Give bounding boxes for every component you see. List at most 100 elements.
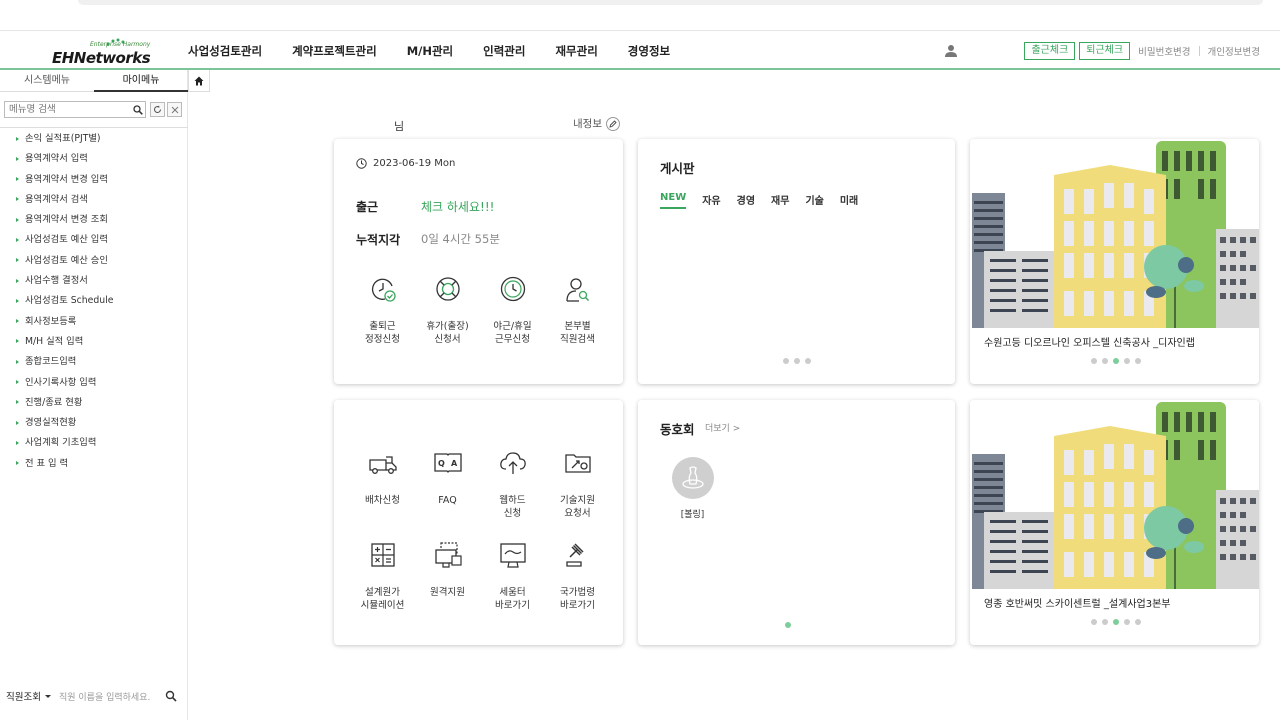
quick-link-attendance-fix[interactable]: 출퇴근 정정신청 [350, 274, 415, 346]
check-in-message[interactable]: 체크 하세요!!! [421, 198, 494, 215]
check-out-button[interactable]: 퇴근체크 [1079, 42, 1131, 60]
search-icon[interactable] [165, 690, 177, 702]
sidebar-item-label: 종합코드입력 [25, 356, 77, 368]
menu-item[interactable]: 인력관리 [483, 31, 525, 71]
menu-item[interactable]: 재무관리 [555, 31, 597, 71]
chevron-down-icon[interactable] [44, 694, 51, 698]
services-row-1: 배차신청 QA FAQ 웹하드 신청 기술지원 요청서 [350, 448, 610, 520]
edit-button[interactable] [605, 116, 620, 131]
service-webhard[interactable]: 웹하드 신청 [480, 448, 545, 520]
pager-dot[interactable] [804, 358, 811, 364]
tab-new[interactable]: NEW [660, 192, 687, 209]
news-card[interactable]: 수원고등 디오르나인 오피스텔 신축공사 _디자인랩 [970, 139, 1259, 384]
pager-dot-active[interactable] [1112, 619, 1119, 625]
user-icon[interactable] [944, 44, 958, 58]
remote-monitor-icon [434, 542, 462, 568]
employee-search-input[interactable]: 직원 이름을 입력하세요. [59, 690, 159, 703]
quick-link-vacation[interactable]: 휴가(출장) 신청서 [415, 274, 480, 346]
info-change-link[interactable]: 개인정보변경 [1208, 44, 1260, 58]
sidebar-item[interactable]: M/H 실적 입력 [16, 335, 113, 355]
sidebar-item[interactable]: 회사정보등록 [16, 315, 113, 335]
logo-subtitle: Enterprise Harmony [90, 41, 151, 48]
sidebar-item[interactable]: 경영실적현황 [16, 416, 113, 436]
refresh-button[interactable] [150, 102, 165, 117]
employee-select[interactable]: 직원조회 [6, 689, 41, 703]
pager-dot[interactable] [782, 358, 789, 364]
password-change-link[interactable]: 비밀번호변경 [1138, 44, 1190, 58]
menu-item[interactable]: 경영정보 [628, 31, 670, 71]
club-item-bowling[interactable]: [볼링] [670, 457, 715, 520]
sidebar-item[interactable]: 인사기록사항 입력 [16, 376, 113, 396]
arrow-right-icon [16, 461, 19, 466]
pager-dot[interactable] [1090, 358, 1097, 364]
sidebar-item[interactable]: 사업성검토 Schedule [16, 294, 113, 314]
pager-dot[interactable] [1123, 619, 1130, 625]
sidebar-item[interactable]: 종합코드입력 [16, 355, 113, 375]
pager-dot[interactable] [1134, 619, 1141, 625]
pager-dot-active[interactable] [1112, 358, 1119, 364]
pager-dot[interactable] [1090, 619, 1097, 625]
quick-link-staff-search[interactable]: 본부별 직원검색 [545, 274, 610, 346]
service-national-law[interactable]: 국가법령 바로가기 [545, 540, 610, 612]
person-search-icon [565, 278, 589, 302]
menu-item[interactable]: M/H관리 [407, 31, 453, 71]
menu-item[interactable]: 계약프로젝트관리 [292, 31, 377, 71]
sidebar-item[interactable]: 용역계약서 변경 조회 [16, 213, 113, 233]
my-info-link[interactable]: 내정보 [573, 116, 620, 131]
tab-system-menu[interactable]: 시스템메뉴 [0, 70, 94, 92]
home-button[interactable] [188, 70, 210, 92]
menu-item[interactable]: 사업성검토관리 [188, 31, 262, 71]
quick-link-overtime[interactable]: 야근/휴일 근무신청 [480, 274, 545, 346]
quick-link-label: 출퇴근 정정신청 [365, 321, 400, 345]
club-item-label: [볼링] [680, 510, 705, 520]
service-seumter[interactable]: 세움터 바로가기 [480, 540, 545, 612]
sidebar-item[interactable]: 용역계약서 입력 [16, 152, 113, 172]
club-more-link[interactable]: 더보기 > [705, 421, 740, 434]
menu-search-input[interactable] [4, 101, 146, 118]
logo[interactable]: Enterprise Harmony EHNetworks [52, 37, 151, 67]
check-in-button[interactable]: 출근체크 [1024, 42, 1076, 60]
sidebar-item[interactable]: 손익 실적표(PJT별) [16, 132, 113, 152]
service-cost-simulation[interactable]: 설계원가 시뮬레이션 [350, 540, 415, 612]
service-remote-support[interactable]: 원격지원 [415, 540, 480, 612]
pager-dot[interactable] [793, 358, 800, 364]
sidebar-item-label: 용역계약서 변경 입력 [25, 173, 108, 185]
service-vehicle[interactable]: 배차신청 [350, 448, 415, 520]
tab-finance[interactable]: 재무 [771, 192, 789, 209]
sidebar-item[interactable]: 사업수행 결정서 [16, 274, 113, 294]
sidebar-item[interactable]: 사업성검토 예산 승인 [16, 254, 113, 274]
tab-free[interactable]: 자유 [702, 192, 720, 209]
board-card: 게시판 NEW 자유 경영 재무 기술 미래 [638, 139, 955, 384]
support-folder-icon [564, 454, 591, 473]
sidebar-item[interactable]: 사업계획 기초입력 [16, 436, 113, 456]
news-card[interactable]: 영종 호반써밋 스카이센트럴 _설계사업3본부 [970, 400, 1259, 645]
sidebar-item[interactable]: 용역계약서 변경 입력 [16, 173, 113, 193]
pager-dot[interactable] [1134, 358, 1141, 364]
service-faq[interactable]: QA FAQ [415, 448, 480, 520]
tab-tech[interactable]: 기술 [805, 192, 823, 209]
clear-button[interactable] [167, 102, 182, 117]
sidebar-item[interactable]: 용역계약서 검색 [16, 193, 113, 213]
arrow-right-icon [16, 298, 19, 303]
greeting: 님 [394, 120, 405, 133]
tab-future[interactable]: 미래 [840, 192, 858, 209]
sidebar-item[interactable]: 진행/종료 현황 [16, 396, 113, 416]
board-pager [780, 358, 813, 364]
sidebar-item-label: 용역계약서 입력 [25, 153, 88, 165]
tab-my-menu[interactable]: 마이메뉴 [94, 70, 188, 92]
sidebar-item[interactable]: 사업성검토 예산 입력 [16, 233, 113, 253]
pager-dot[interactable] [1101, 619, 1108, 625]
clock-icon [500, 276, 525, 302]
quick-link-label: 휴가(출장) 신청서 [426, 321, 469, 345]
news-caption: 영종 호반써밋 스카이센트럴 _설계사업3본부 [984, 599, 1171, 610]
quick-link-label: 야근/휴일 근무신청 [493, 321, 532, 345]
pager-dot[interactable] [1101, 358, 1108, 364]
tab-management[interactable]: 경영 [737, 192, 755, 209]
service-label: 원격지원 [430, 587, 465, 598]
service-tech-support[interactable]: 기술지원 요청서 [545, 448, 610, 520]
sidebar-item[interactable]: 전 표 입 력 [16, 457, 113, 477]
search-button[interactable] [130, 102, 145, 117]
pager-dot[interactable] [1123, 358, 1130, 364]
club-title: 동호회 [660, 422, 695, 437]
pager-dot-active[interactable] [784, 622, 791, 628]
